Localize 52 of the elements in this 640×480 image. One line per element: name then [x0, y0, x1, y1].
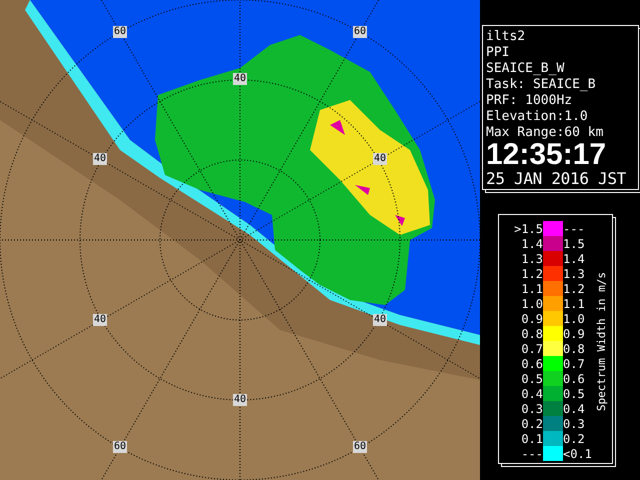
- legend-label: 1.3: [520, 252, 543, 266]
- range-label: 40: [232, 394, 248, 406]
- info-text: Elevation:1.0: [486, 109, 589, 125]
- info-text: PPI: [486, 45, 510, 61]
- legend-label: 0.6: [520, 356, 543, 370]
- time-text: 12:35:17: [486, 141, 608, 169]
- legend-label: 0.2: [563, 432, 586, 446]
- legend-label: 0.9: [520, 312, 543, 326]
- range-label: 40: [92, 314, 108, 326]
- legend-label: 0.7: [563, 356, 586, 370]
- info-text: ilts2: [486, 29, 526, 45]
- legend-label: 0.4: [520, 386, 543, 400]
- legend-label: 0.5: [520, 372, 543, 386]
- range-label: 60: [352, 441, 368, 453]
- range-label: 60: [112, 441, 128, 453]
- legend-label: 0.5: [563, 386, 586, 400]
- range-label: 40: [92, 153, 108, 165]
- legend-label: ---: [563, 222, 586, 236]
- legend-label: 1.4: [520, 236, 543, 250]
- legend-label: 0.4: [563, 402, 586, 416]
- legend-label: 0.7: [520, 342, 543, 356]
- info-text: Task: SEAICE_B: [486, 77, 597, 93]
- legend-label: 1.3: [563, 266, 586, 280]
- legend-label: 1.5: [563, 236, 586, 250]
- range-label: 60: [352, 26, 368, 38]
- legend-label: ---: [520, 446, 543, 460]
- info-text: SEAICE_B_W: [486, 61, 566, 77]
- legend-label: 0.3: [520, 402, 543, 416]
- legend-label: >1.5: [513, 222, 543, 236]
- legend-label: 1.2: [563, 282, 586, 296]
- legend-label: 0.3: [563, 416, 586, 430]
- legend-label: 1.4: [563, 252, 586, 266]
- legend-label: 0.6: [563, 372, 586, 386]
- legend-label: <0.1: [563, 446, 593, 460]
- legend-label: 0.1: [520, 432, 543, 446]
- legend-label: 1.2: [520, 266, 543, 280]
- legend-label: 0.8: [520, 326, 543, 340]
- legend-label: 0.9: [563, 326, 586, 340]
- range-label: 40: [372, 153, 388, 165]
- info-text: Max Range:60 km: [486, 125, 604, 141]
- info-text: PRF: 1000Hz: [486, 93, 574, 109]
- range-label: 40: [232, 73, 248, 85]
- range-label: 60: [112, 26, 128, 38]
- legend-label: 0.2: [520, 416, 543, 430]
- legend-title: Spectrum Width in m/s: [595, 272, 608, 412]
- legend-label: 1.0: [520, 296, 543, 310]
- legend-label: 1.0: [563, 312, 586, 326]
- date-text: 25 JAN 2016 JST: [486, 169, 627, 189]
- range-label: 40: [372, 314, 388, 326]
- legend-label: 0.8: [563, 342, 586, 356]
- legend-label: 1.1: [520, 282, 543, 296]
- legend-label: 1.1: [563, 296, 586, 310]
